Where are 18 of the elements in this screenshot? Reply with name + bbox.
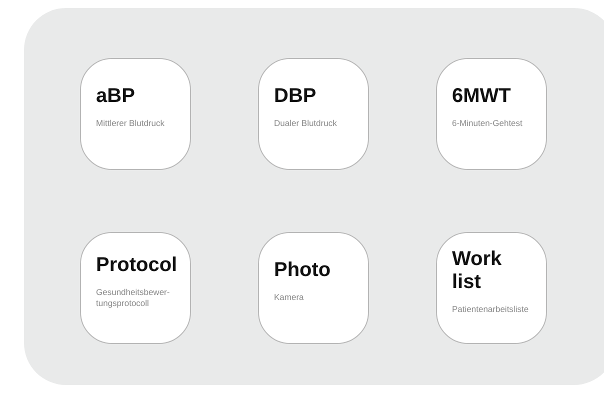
app-tile[interactable]: aBP Mittlerer Blutdruck (80, 58, 191, 170)
app-tile[interactable]: 6MWT 6-Minuten-Gehtest (436, 58, 547, 170)
tile-title: Protocol (96, 254, 178, 278)
tile-subtitle: 6-Minuten-Gehtest (452, 118, 522, 129)
app-tile[interactable]: Work list Patientenarbeitsliste (436, 232, 547, 344)
tile-title: DBP (274, 85, 316, 108)
app-tile[interactable]: DBP Dualer Blutdruck (258, 58, 369, 170)
tile-title: 6MWT (452, 85, 511, 108)
tile-title: Photo (274, 259, 331, 282)
app-tile[interactable]: Photo Kamera (258, 232, 369, 344)
tile-subtitle: Mittlerer Blutdruck (96, 118, 164, 129)
tile-subtitle: Gesundheitsbewer-tungsprotocoll (96, 287, 171, 308)
tile-subtitle: Kamera (274, 292, 304, 303)
tile-title: aBP (96, 85, 135, 108)
tile-subtitle: Dualer Blutdruck (274, 118, 337, 129)
app-tile[interactable]: Protocol Gesundheitsbewer-tungsprotocoll (80, 232, 191, 344)
tile-subtitle: Patientenarbeitsliste (452, 304, 529, 314)
tile-title: Work list (452, 248, 502, 294)
